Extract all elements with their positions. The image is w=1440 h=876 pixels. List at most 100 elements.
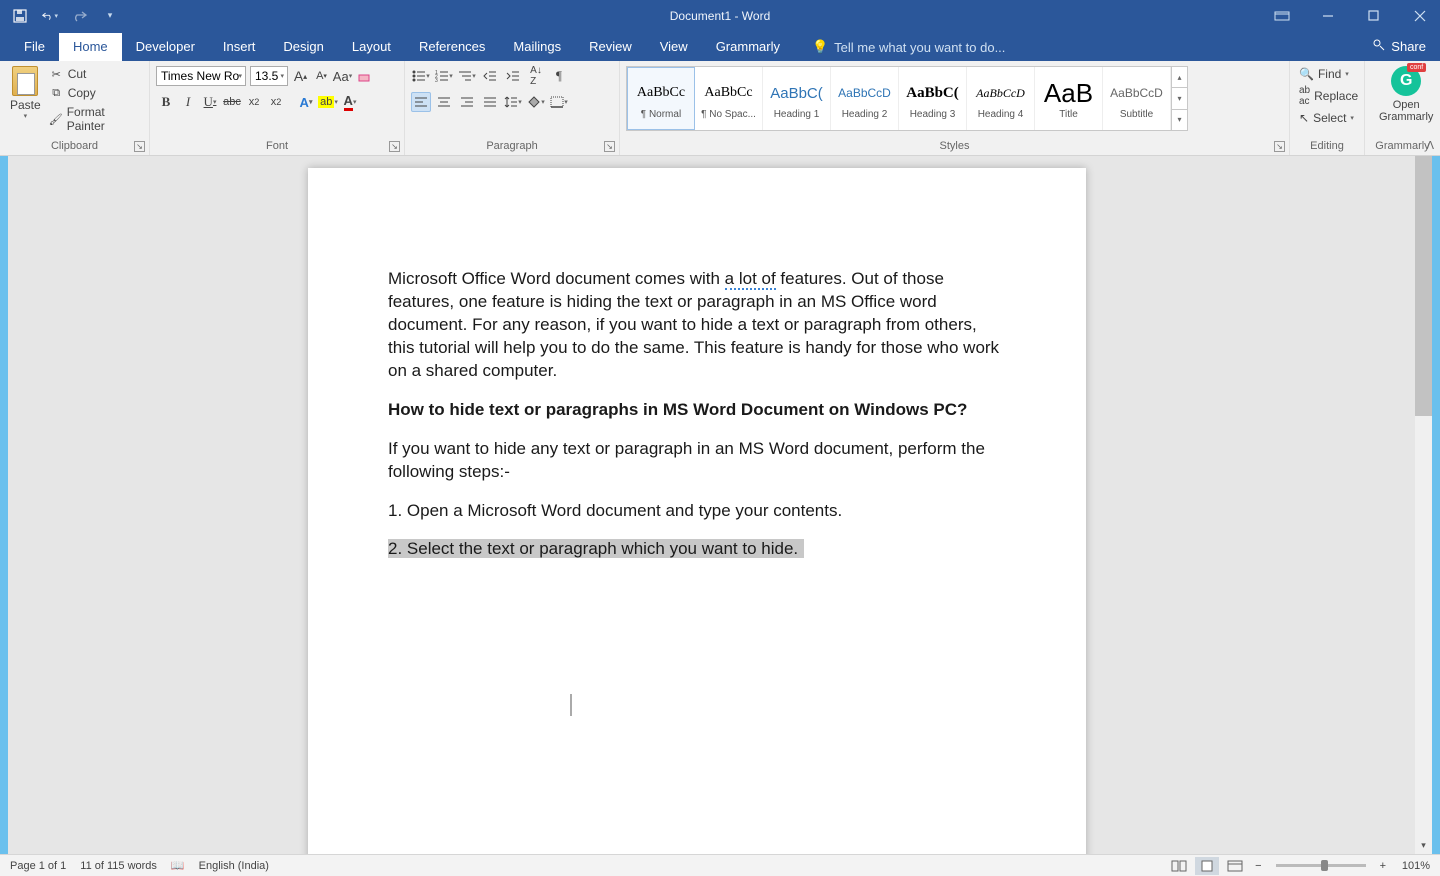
grow-font-button[interactable]: A▴ bbox=[292, 66, 309, 86]
tab-review[interactable]: Review bbox=[575, 33, 646, 61]
page-indicator[interactable]: Page 1 of 1 bbox=[10, 860, 66, 872]
page[interactable]: Microsoft Office Word document comes wit… bbox=[308, 168, 1086, 854]
ribbon-display-icon[interactable] bbox=[1268, 6, 1296, 26]
gallery-down-icon[interactable]: ▾ bbox=[1172, 88, 1187, 109]
zoom-level[interactable]: 101% bbox=[1394, 860, 1430, 872]
tab-developer[interactable]: Developer bbox=[122, 33, 209, 61]
open-grammarly-button[interactable]: conf Open Grammarly bbox=[1371, 64, 1440, 123]
zoom-out-button[interactable]: − bbox=[1251, 860, 1265, 872]
shrink-font-button[interactable]: A▾ bbox=[313, 66, 330, 86]
text-effects-button[interactable]: A▾ bbox=[296, 92, 316, 112]
tab-file[interactable]: File bbox=[10, 33, 59, 61]
tab-references[interactable]: References bbox=[405, 33, 499, 61]
dialog-launcher-icon[interactable]: ↘ bbox=[604, 141, 615, 152]
strikethrough-button[interactable]: abc bbox=[222, 92, 242, 112]
vertical-scrollbar[interactable]: ▴ ▾ bbox=[1415, 156, 1432, 854]
italic-button[interactable]: I bbox=[178, 92, 198, 112]
redo-icon[interactable] bbox=[72, 8, 88, 24]
find-button[interactable]: 🔍Find▾ bbox=[1296, 66, 1361, 82]
subscript-button[interactable]: x2 bbox=[244, 92, 264, 112]
highlight-button[interactable]: ab▾ bbox=[318, 92, 338, 112]
multilevel-list-button[interactable]: ▾ bbox=[457, 66, 477, 86]
chevron-down-icon: ▾ bbox=[24, 112, 28, 120]
align-right-button[interactable] bbox=[457, 92, 477, 112]
zoom-thumb[interactable] bbox=[1321, 860, 1328, 871]
dialog-launcher-icon[interactable]: ↘ bbox=[389, 141, 400, 152]
style-nospacing[interactable]: AaBbCc¶ No Spac... bbox=[695, 67, 763, 130]
style-heading1[interactable]: AaBbC(Heading 1 bbox=[763, 67, 831, 130]
underline-button[interactable]: U▾ bbox=[200, 92, 220, 112]
numbering-button[interactable]: 123▾ bbox=[434, 66, 454, 86]
tab-insert[interactable]: Insert bbox=[209, 33, 270, 61]
close-icon[interactable] bbox=[1406, 6, 1434, 26]
superscript-button[interactable]: x2 bbox=[266, 92, 286, 112]
tab-home[interactable]: Home bbox=[59, 33, 122, 61]
increase-indent-button[interactable] bbox=[503, 66, 523, 86]
paragraph[interactable]: 1. Open a Microsoft Word document and ty… bbox=[388, 500, 1006, 523]
align-center-button[interactable] bbox=[434, 92, 454, 112]
minimize-icon[interactable] bbox=[1314, 6, 1342, 26]
sort-button[interactable]: A↓Z bbox=[526, 66, 546, 86]
shading-button[interactable]: ▾ bbox=[526, 92, 546, 112]
align-left-button[interactable] bbox=[411, 92, 431, 112]
style-heading4[interactable]: AaBbCcDHeading 4 bbox=[967, 67, 1035, 130]
tab-mailings[interactable]: Mailings bbox=[499, 33, 575, 61]
paragraph[interactable]: Microsoft Office Word document comes wit… bbox=[388, 268, 1006, 383]
save-icon[interactable] bbox=[12, 8, 28, 24]
tab-design[interactable]: Design bbox=[269, 33, 337, 61]
font-name-combo[interactable]: Times New Ro▾ bbox=[156, 66, 246, 86]
gallery-more-icon[interactable]: ▾ bbox=[1172, 110, 1187, 130]
scroll-down-icon[interactable]: ▾ bbox=[1415, 837, 1432, 854]
scrollbar-thumb[interactable] bbox=[1415, 156, 1432, 416]
paragraph[interactable]: 2. Select the text or paragraph which yo… bbox=[388, 538, 1006, 561]
style-normal[interactable]: AaBbCc¶ Normal bbox=[627, 67, 695, 130]
replace-button[interactable]: abacReplace bbox=[1296, 84, 1361, 108]
dialog-launcher-icon[interactable]: ↘ bbox=[134, 141, 145, 152]
show-hide-button[interactable]: ¶ bbox=[549, 66, 569, 86]
qat-customize-icon[interactable]: ▾ bbox=[102, 8, 118, 24]
print-layout-icon[interactable] bbox=[1195, 857, 1219, 875]
bullets-button[interactable]: ▾ bbox=[411, 66, 431, 86]
selected-text[interactable]: 2. Select the text or paragraph which yo… bbox=[388, 539, 804, 558]
dialog-launcher-icon[interactable]: ↘ bbox=[1274, 141, 1285, 152]
grammar-underline[interactable]: a lot of bbox=[725, 269, 776, 290]
font-size-combo[interactable]: 13.5▾ bbox=[250, 66, 288, 86]
line-spacing-button[interactable]: ▾ bbox=[503, 92, 523, 112]
tab-layout[interactable]: Layout bbox=[338, 33, 405, 61]
style-title[interactable]: AaBTitle bbox=[1035, 67, 1103, 130]
zoom-slider[interactable] bbox=[1276, 864, 1366, 867]
spellcheck-icon[interactable]: 📖 bbox=[171, 859, 185, 872]
gallery-up-icon[interactable]: ▴ bbox=[1172, 67, 1187, 88]
justify-button[interactable] bbox=[480, 92, 500, 112]
paragraph[interactable]: If you want to hide any text or paragrap… bbox=[388, 438, 1006, 484]
word-count[interactable]: 11 of 115 words bbox=[80, 860, 157, 872]
style-heading3[interactable]: AaBbC(Heading 3 bbox=[899, 67, 967, 130]
maximize-icon[interactable] bbox=[1360, 6, 1388, 26]
style-heading2[interactable]: AaBbCcDHeading 2 bbox=[831, 67, 899, 130]
cut-button[interactable]: ✂Cut bbox=[47, 66, 143, 82]
group-label: Grammarly bbox=[1371, 140, 1434, 155]
change-case-button[interactable]: Aa▾ bbox=[334, 66, 351, 86]
clear-formatting-button[interactable] bbox=[355, 66, 372, 86]
decrease-indent-button[interactable] bbox=[480, 66, 500, 86]
heading-paragraph[interactable]: How to hide text or paragraphs in MS Wor… bbox=[388, 399, 1006, 422]
format-painter-button[interactable]: 🖌Format Painter bbox=[47, 104, 143, 134]
select-button[interactable]: ↖Select▾ bbox=[1296, 110, 1361, 126]
tab-view[interactable]: View bbox=[646, 33, 702, 61]
share-button[interactable]: Share bbox=[1372, 38, 1426, 55]
collapse-ribbon-icon[interactable]: ᐱ bbox=[1426, 139, 1434, 152]
bold-button[interactable]: B bbox=[156, 92, 176, 112]
font-color-button[interactable]: A▾ bbox=[340, 92, 360, 112]
paste-button[interactable]: Paste ▾ bbox=[6, 64, 47, 120]
tell-me-search[interactable]: 💡 Tell me what you want to do... bbox=[812, 39, 1005, 61]
tab-grammarly[interactable]: Grammarly bbox=[702, 33, 794, 61]
zoom-in-button[interactable]: + bbox=[1376, 860, 1390, 872]
language-indicator[interactable]: English (India) bbox=[199, 860, 269, 872]
read-mode-icon[interactable] bbox=[1167, 857, 1191, 875]
undo-icon[interactable]: ▾ bbox=[42, 8, 58, 24]
web-layout-icon[interactable] bbox=[1223, 857, 1247, 875]
copy-button[interactable]: ⧉Copy bbox=[47, 85, 143, 101]
style-subtitle[interactable]: AaBbCcDSubtitle bbox=[1103, 67, 1171, 130]
page-content[interactable]: Microsoft Office Word document comes wit… bbox=[308, 168, 1086, 561]
borders-button[interactable]: ▾ bbox=[549, 92, 569, 112]
